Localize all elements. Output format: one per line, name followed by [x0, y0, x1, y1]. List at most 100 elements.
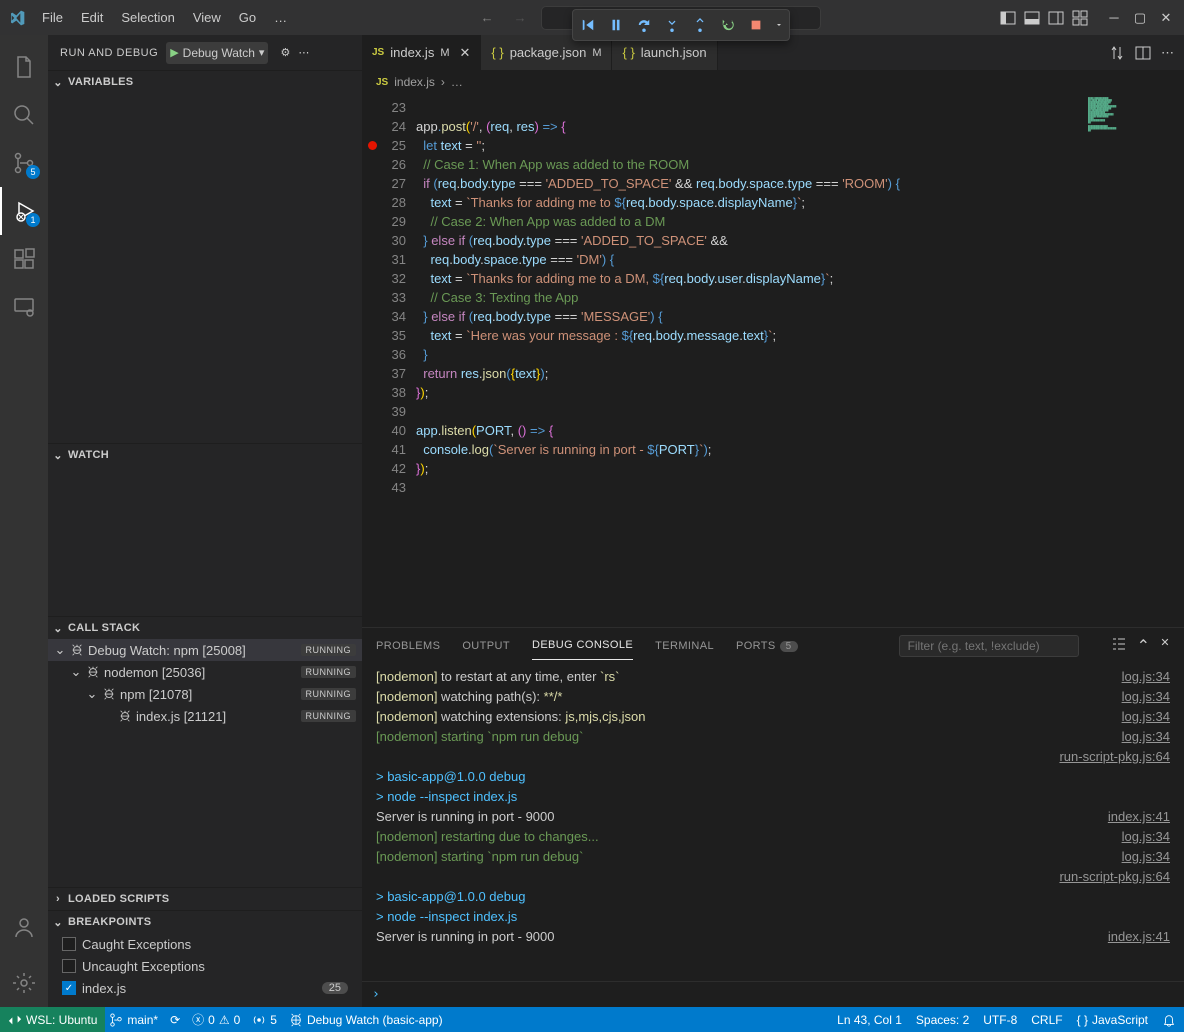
checkbox-icon[interactable]: [62, 959, 76, 973]
command-center[interactable]: [541, 6, 821, 30]
checkbox-checked-icon[interactable]: ✓: [62, 981, 76, 995]
debug-pause-icon[interactable]: [604, 13, 628, 37]
console-source-link[interactable]: log.js:34: [1122, 687, 1170, 707]
bp-uncaught[interactable]: Uncaught Exceptions: [48, 955, 362, 977]
status-sync[interactable]: ⟳: [170, 1013, 180, 1027]
menu-view[interactable]: View: [185, 6, 229, 29]
activity-search-icon[interactable]: [0, 91, 48, 139]
console-source-link[interactable]: index.js:41: [1108, 807, 1170, 827]
activity-remote-icon[interactable]: [0, 283, 48, 331]
console-source-link[interactable]: run-script-pkg.js:64: [1059, 747, 1170, 767]
status-remote[interactable]: WSL: Ubuntu: [0, 1007, 105, 1032]
section-variables[interactable]: ⌄VARIABLES: [48, 71, 362, 93]
layout-bottom-icon[interactable]: [1024, 10, 1040, 26]
status-debug[interactable]: Debug Watch (basic-app): [289, 1013, 443, 1027]
radio-icon: [252, 1013, 266, 1027]
debug-config-selector[interactable]: ▶ Debug Watch ▾: [166, 42, 268, 64]
minimap[interactable]: ████ ████████████ ████ █████████████████…: [1084, 94, 1184, 627]
line-gutter[interactable]: 2324252627282930313233343536373839404142…: [362, 94, 416, 627]
status-spaces[interactable]: Spaces: 2: [916, 1013, 969, 1027]
console-row: [nodemon] starting `npm run debug`log.js…: [376, 847, 1170, 867]
activity-extensions-icon[interactable]: [0, 235, 48, 283]
window-close-icon[interactable]: ✕: [1156, 8, 1176, 28]
status-notifications-icon[interactable]: [1162, 1013, 1176, 1027]
console-row: > node --inspect index.js: [376, 907, 1170, 927]
activity-settings-icon[interactable]: [0, 959, 48, 1007]
console-source-link[interactable]: index.js:41: [1108, 927, 1170, 947]
console-source-link[interactable]: log.js:34: [1122, 727, 1170, 747]
debug-restart-icon[interactable]: [716, 13, 740, 37]
section-watch[interactable]: ⌄WATCH: [48, 444, 362, 466]
code-editor[interactable]: app.post('/', (req, res) => { let text =…: [416, 94, 1184, 627]
menu-more[interactable]: …: [266, 6, 295, 29]
tree-view-icon[interactable]: [1111, 636, 1127, 656]
debug-continue-icon[interactable]: [576, 13, 600, 37]
debug-toolbar: [572, 9, 790, 41]
close-panel-icon[interactable]: ✕: [1160, 636, 1170, 656]
callstack-item[interactable]: ⌄nodemon [25036]RUNNING: [48, 661, 362, 683]
close-icon[interactable]: ✕: [459, 45, 470, 61]
debug-step-over-icon[interactable]: [632, 13, 656, 37]
tab-index.js[interactable]: JSindex.jsM✕: [362, 35, 481, 70]
status-language[interactable]: { } JavaScript: [1077, 1013, 1148, 1027]
activity-explorer-icon[interactable]: [0, 43, 48, 91]
section-loaded-scripts[interactable]: ›LOADED SCRIPTS: [48, 888, 362, 910]
console-row: Server is running in port - 9000index.js…: [376, 807, 1170, 827]
status-encoding[interactable]: UTF-8: [983, 1013, 1017, 1027]
debug-stop-icon[interactable]: [744, 13, 768, 37]
activity-scm-icon[interactable]: 5: [0, 139, 48, 187]
status-branch[interactable]: main*: [109, 1013, 158, 1027]
debug-dropdown-icon[interactable]: [772, 13, 786, 37]
debug-console[interactable]: [nodemon] to restart at any time, enter …: [362, 663, 1184, 981]
window-maximize-icon[interactable]: ▢: [1130, 8, 1150, 28]
breadcrumb-file[interactable]: index.js: [394, 75, 435, 89]
menu-go[interactable]: Go: [231, 6, 264, 29]
checkbox-icon[interactable]: [62, 937, 76, 951]
debug-step-out-icon[interactable]: [688, 13, 712, 37]
panel-tab-ports[interactable]: PORTS5: [736, 632, 798, 660]
callstack-item[interactable]: ⌄npm [21078]RUNNING: [48, 683, 362, 705]
bp-file[interactable]: ✓index.js25: [48, 977, 362, 999]
menu-edit[interactable]: Edit: [73, 6, 111, 29]
window-minimize-icon[interactable]: ─: [1104, 8, 1124, 28]
status-ports[interactable]: 5: [252, 1013, 277, 1027]
debug-step-into-icon[interactable]: [660, 13, 684, 37]
console-source-link[interactable]: log.js:34: [1122, 707, 1170, 727]
gear-icon[interactable]: ⚙: [280, 46, 290, 59]
console-input[interactable]: ›: [362, 981, 1184, 1007]
console-source-link[interactable]: log.js:34: [1122, 827, 1170, 847]
breadcrumb-more[interactable]: …: [451, 75, 463, 89]
status-problems[interactable]: ⓧ0 ⚠0: [192, 1011, 240, 1028]
panel-tab-terminal[interactable]: TERMINAL: [655, 632, 714, 660]
filter-input[interactable]: [899, 635, 1079, 657]
ports-badge: 5: [780, 641, 798, 652]
split-editor-icon[interactable]: [1135, 45, 1151, 61]
bp-caught[interactable]: Caught Exceptions: [48, 933, 362, 955]
nav-back-icon[interactable]: ←: [475, 6, 500, 29]
section-callstack[interactable]: ⌄CALL STACK: [48, 617, 362, 639]
breakpoint-icon[interactable]: [368, 141, 377, 150]
activity-debug-icon[interactable]: 1: [0, 187, 48, 235]
console-source-link[interactable]: log.js:34: [1122, 847, 1170, 867]
more-actions-icon[interactable]: ⋯: [1161, 45, 1174, 61]
panel-tab-debug-console[interactable]: DEBUG CONSOLE: [532, 631, 633, 660]
layout-left-icon[interactable]: [1000, 10, 1016, 26]
callstack-item[interactable]: ⌄Debug Watch: npm [25008]RUNNING: [48, 639, 362, 661]
console-source-link[interactable]: log.js:34: [1122, 667, 1170, 687]
compare-changes-icon[interactable]: [1109, 45, 1125, 61]
panel-tab-problems[interactable]: PROBLEMS: [376, 632, 440, 660]
nav-forward-icon[interactable]: →: [508, 6, 533, 29]
console-source-link[interactable]: run-script-pkg.js:64: [1059, 867, 1170, 887]
status-eol[interactable]: CRLF: [1031, 1013, 1062, 1027]
more-icon[interactable]: ⋯: [298, 46, 309, 59]
menu-file[interactable]: File: [34, 6, 71, 29]
panel-tab-output[interactable]: OUTPUT: [462, 632, 510, 660]
layout-customize-icon[interactable]: [1072, 10, 1088, 26]
menu-selection[interactable]: Selection: [113, 6, 182, 29]
layout-right-icon[interactable]: [1048, 10, 1064, 26]
status-cursor[interactable]: Ln 43, Col 1: [837, 1013, 902, 1027]
clear-icon[interactable]: ⌃: [1137, 636, 1151, 656]
activity-account-icon[interactable]: [0, 903, 48, 951]
callstack-item[interactable]: index.js [21121]RUNNING: [48, 705, 362, 727]
section-breakpoints[interactable]: ⌄BREAKPOINTS: [48, 911, 362, 933]
